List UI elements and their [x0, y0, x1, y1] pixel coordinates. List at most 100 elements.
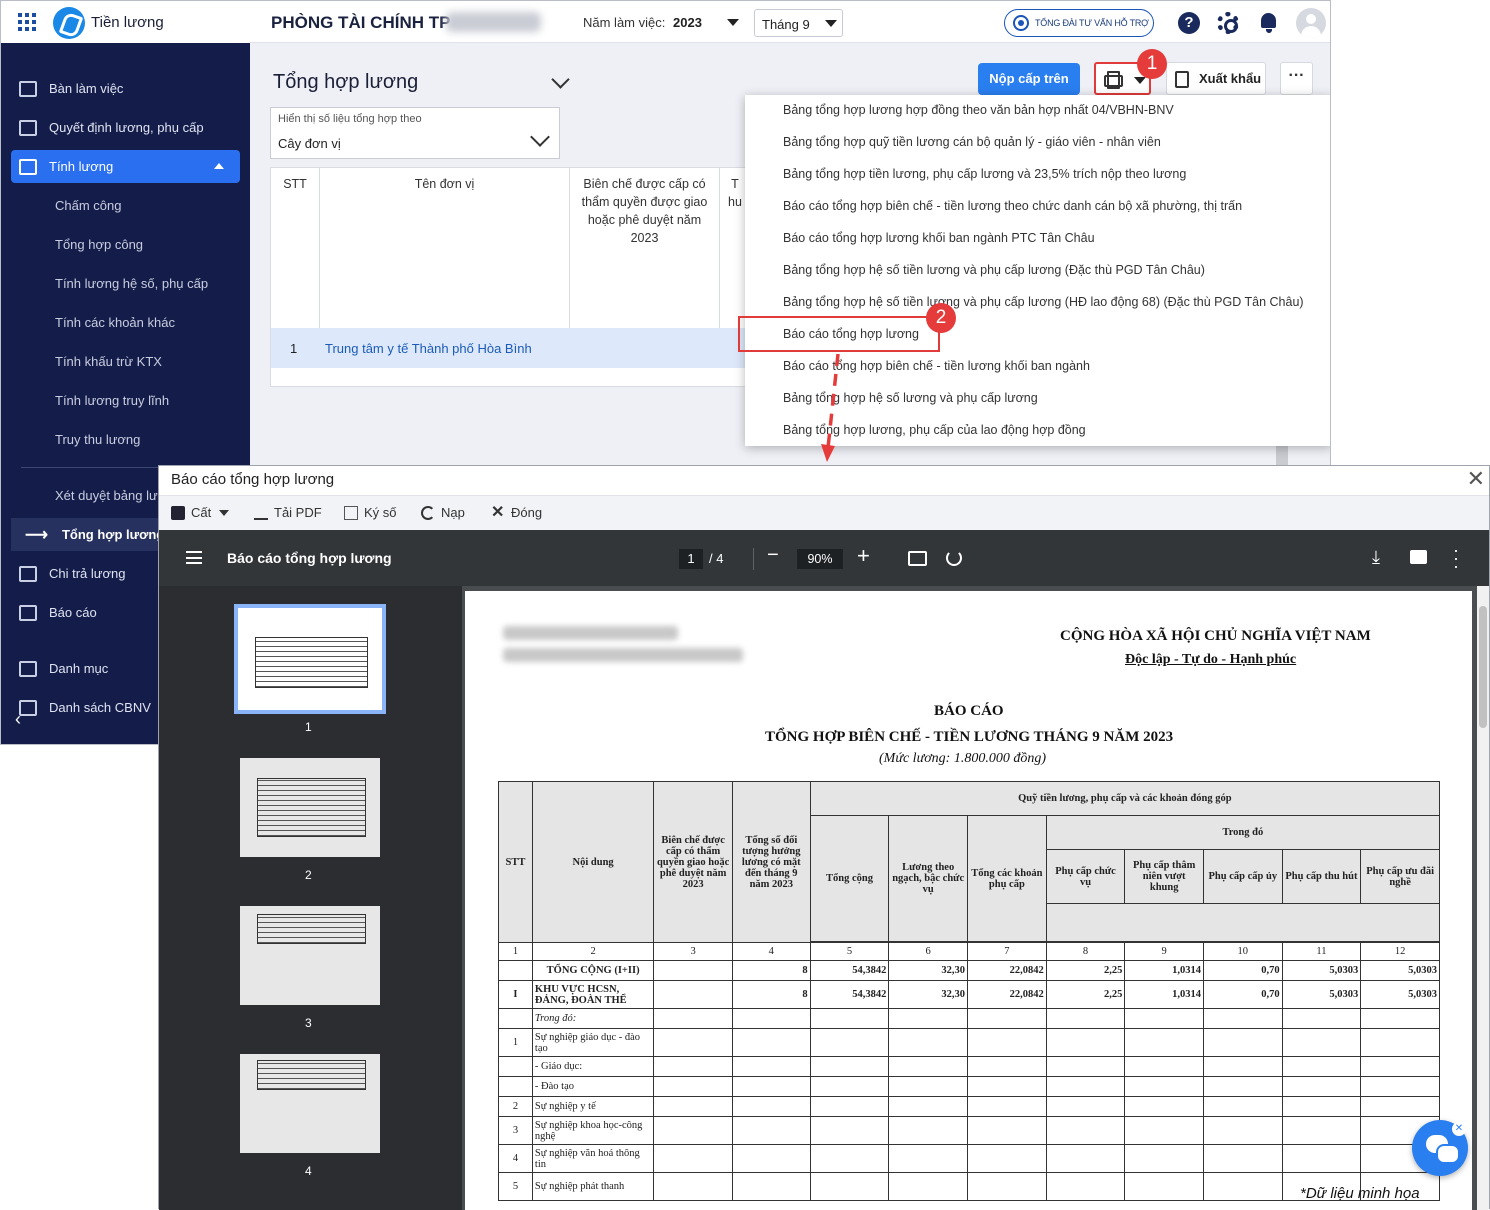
chevron-down-icon	[825, 20, 837, 27]
sidebar-sub-other-items[interactable]: Tính các khoản khác	[11, 306, 240, 339]
sidebar-sub-coef-salary[interactable]: Tính lương hệ số, phụ cấp	[11, 267, 240, 300]
page-number-input[interactable]: 1	[679, 549, 703, 569]
divider	[753, 548, 754, 570]
printer-icon[interactable]	[1410, 550, 1427, 564]
digital-sign-button[interactable]: Ký số	[344, 505, 397, 520]
pdf-page: CỘNG HÒA XÃ HỘI CHỦ NGHĨA VIỆT NAM Độc l…	[465, 591, 1472, 1210]
sidebar-sub-dorm-deduct[interactable]: Tính khấu trừ KTX	[11, 345, 240, 378]
apps-grid-icon[interactable]	[18, 13, 36, 31]
chevron-down-icon	[1134, 77, 1146, 84]
year-label: Năm làm việc:	[583, 15, 666, 30]
header-of-which: Trong đó	[1045, 815, 1441, 850]
menu-item-report[interactable]: Bảng tổng hợp quỹ tiền lương cán bộ quản…	[783, 135, 1161, 149]
scrollbar[interactable]	[1477, 586, 1489, 1210]
page-count: / 4	[709, 551, 724, 566]
header-allowance-total: Tổng các khoản phụ cấp	[967, 815, 1047, 942]
header-grade-salary: Lương theo ngạch, bậc chức vụ	[888, 815, 969, 942]
row-content: Sự nghiệp phát thanh	[531, 1172, 655, 1201]
step-badge-2: 2	[926, 303, 956, 333]
page-thumbnail[interactable]	[234, 604, 386, 714]
salary-basis: (Mức lương: 1.800.000 đồng)	[879, 751, 1046, 766]
more-options-button[interactable]: ···	[1280, 62, 1313, 95]
download-pdf-label: Tải PDF	[274, 505, 322, 520]
bell-icon[interactable]	[1258, 12, 1280, 34]
month-select[interactable]: Tháng 9	[754, 9, 843, 37]
gear-icon[interactable]	[1217, 12, 1239, 34]
page-thumbnail[interactable]	[240, 758, 380, 857]
sidebar-item-decision[interactable]: Quyết định lương, phụ cấp	[11, 111, 240, 144]
col-num: 4	[731, 942, 811, 961]
download-icon[interactable]: ⤓	[1372, 547, 1380, 568]
collapse-sidebar-icon[interactable]: ‹	[15, 709, 21, 730]
col-num: 8	[1045, 942, 1126, 961]
year-select[interactable]: 2023	[673, 15, 702, 30]
menu-item-report[interactable]: Bảng tổng hợp hệ số tiền lương và phụ cấ…	[783, 263, 1205, 277]
menu-icon[interactable]	[186, 551, 202, 564]
signature-icon	[344, 505, 358, 520]
thumbnail-content	[256, 913, 366, 944]
menu-item-report[interactable]: Bảng tổng hợp tiền lương, phụ cấp lương …	[783, 167, 1186, 181]
column-header-fragment: T	[731, 177, 739, 191]
row-stt: 5	[498, 1172, 533, 1201]
summary-mode-select[interactable]: Hiển thị số liệu tổng hợp theo Cây đơn v…	[270, 107, 560, 159]
close-button[interactable]: ✕ Đóng	[491, 503, 542, 521]
brand-logo	[53, 7, 85, 39]
arrow-right-icon: ⟶	[25, 526, 48, 544]
sidebar-sub-retro-salary[interactable]: Tính lương truy lĩnh	[11, 384, 240, 417]
header-total-people: Tổng số đối tượng hưởng lương có mặt đến…	[731, 781, 811, 943]
zoom-input[interactable]: 90%	[797, 549, 843, 569]
table-row: 4 Sự nghiệp văn hoá thông tin	[498, 1144, 1440, 1173]
sidebar-item-label: Chi trả lương	[49, 566, 126, 581]
reload-button[interactable]: Nạp	[421, 505, 465, 520]
zoom-in-icon[interactable]: +	[857, 543, 870, 569]
sidebar-item-desk[interactable]: Bàn làm việc	[11, 72, 240, 105]
col-num: 3	[653, 942, 733, 961]
col-num: 10	[1203, 942, 1283, 961]
zoom-out-icon[interactable]: −	[767, 544, 779, 567]
help-icon[interactable]: ?	[1178, 12, 1200, 34]
chevron-down-icon[interactable]	[727, 19, 739, 26]
avatar[interactable]	[1296, 8, 1326, 38]
col-num: 2	[531, 942, 655, 961]
col-num: 7	[967, 942, 1047, 961]
sidebar-sub-summary-work[interactable]: Tổng hợp công	[11, 228, 240, 261]
sidebar-sub-timekeeping[interactable]: Chấm công	[11, 189, 240, 222]
rotate-icon[interactable]	[946, 550, 962, 566]
scrollbar-thumb[interactable]	[1479, 606, 1487, 728]
row-stt: 2	[498, 1096, 533, 1117]
sidebar-item-label: Báo cáo	[49, 605, 97, 620]
pdf-viewer[interactable]: CỘNG HÒA XÃ HỘI CHỦ NGHĨA VIỆT NAM Độc l…	[462, 586, 1489, 1210]
close-x-icon: ✕	[491, 503, 505, 521]
org-title: PHÒNG TÀI CHÍNH TP	[271, 13, 451, 32]
table-row: TỔNG CỘNG (I+II) 8 54,3842 32,30 22,0842…	[498, 960, 1440, 981]
save-button[interactable]: Cất	[171, 505, 230, 520]
export-button[interactable]: Xuất khẩu	[1166, 62, 1266, 95]
fit-page-icon[interactable]	[908, 551, 927, 566]
chevron-down-icon[interactable]	[551, 70, 570, 89]
page-thumbnail[interactable]	[240, 1054, 380, 1153]
submit-to-superior-button[interactable]: Nộp cấp trên	[978, 63, 1080, 95]
sidebar-item-label: Danh mục	[49, 661, 109, 676]
header-attraction-allowance: Phụ cấp thu hút	[1281, 849, 1362, 904]
table-row: 1 Sự nghiệp giáo dục - đào tạo	[498, 1028, 1440, 1057]
more-vertical-icon[interactable]: · · ·	[1453, 541, 1459, 575]
menu-item-report[interactable]: Báo cáo tổng hợp lương khối ban ngành PT…	[783, 231, 1095, 245]
menu-item-report[interactable]: Báo cáo tổng hợp biên chế - tiền lương t…	[783, 199, 1242, 213]
download-pdf-button[interactable]: Tải PDF	[254, 505, 322, 520]
support-hotline-button[interactable]: TỔNG ĐÀI TƯ VẤN HỖ TRỢ	[1004, 9, 1154, 37]
pdf-viewer-toolbar: Báo cáo tổng hợp lương 1 / 4 − 90% + ⤓ ·…	[159, 530, 1489, 586]
page-thumbnail[interactable]	[240, 906, 380, 1005]
column-number-row: 1 2 3 4 5 6 7 8 9 10 11 12	[498, 942, 1440, 961]
sidebar-sub-salary-recovery[interactable]: Truy thu lương	[11, 423, 240, 456]
close-icon[interactable]: ✕	[1467, 466, 1485, 492]
sidebar-item-salary-calc[interactable]: Tính lương	[11, 150, 240, 183]
close-chat-icon[interactable]: ✕	[1452, 1122, 1466, 1136]
menu-item-report[interactable]: Bảng tổng hợp lương hợp đồng theo văn bả…	[783, 103, 1174, 117]
blurred-agency-name	[503, 648, 743, 662]
menu-item-report[interactable]: Bảng tổng hợp hệ số tiền lương và phụ cấ…	[783, 295, 1304, 309]
row-unit-name[interactable]: Trung tâm y tế Thành phố Hòa Bình	[325, 341, 532, 356]
report-icon	[19, 604, 37, 621]
row-content: Sự nghiệp khoa học-công nghệ	[531, 1116, 655, 1145]
col-num: 12	[1360, 942, 1440, 961]
row-value: 5,0303	[1281, 960, 1362, 981]
